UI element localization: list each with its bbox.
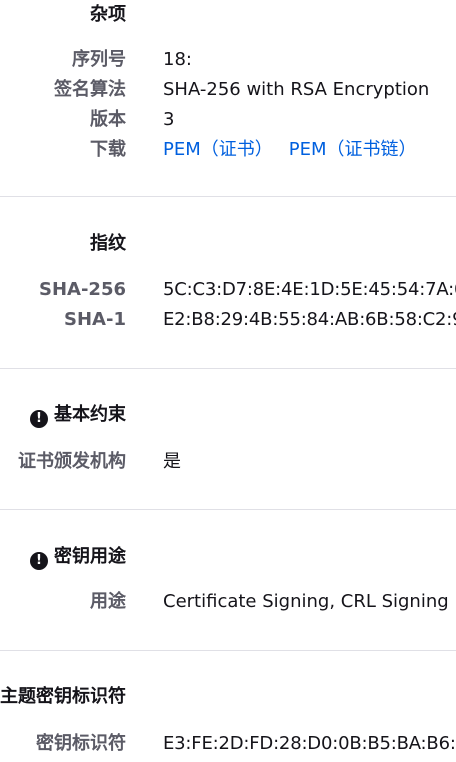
fingerprints-heading-row: 指纹 xyxy=(0,229,456,259)
ca-value: 是 xyxy=(163,451,181,472)
purposes-row: 用途 Certificate Signing, CRL Signing xyxy=(0,587,456,617)
purposes-value: Certificate Signing, CRL Signing xyxy=(163,591,449,612)
serial-value: 18: xyxy=(163,49,192,70)
key-id-label: 密钥标识符 xyxy=(36,733,126,754)
sha1-label: SHA-1 xyxy=(64,309,126,330)
sha1-row: SHA-1 E2:B8:29:4B:55:84:AB:6B:58:C2:90 xyxy=(0,305,456,335)
alert-icon: ! xyxy=(30,410,48,428)
serial-label: 序列号 xyxy=(72,49,126,70)
algo-value: SHA-256 with RSA Encryption xyxy=(163,79,430,100)
sha256-label: SHA-256 xyxy=(38,279,126,300)
divider xyxy=(0,196,456,197)
download-pem-chain-link[interactable]: PEM（证书链） xyxy=(289,139,417,160)
serial-row: 序列号 18: xyxy=(0,45,456,75)
version-value: 3 xyxy=(163,109,175,130)
basic-constraints-heading-text: 基本约束 xyxy=(54,404,126,425)
certificate-viewer: 杂项 序列号 18: 签名算法 SHA-256 with RSA Encrypt… xyxy=(0,0,456,762)
purposes-label: 用途 xyxy=(90,591,126,612)
subject-key-id-heading: 主题密钥标识符 xyxy=(0,686,126,707)
fingerprints-heading: 指纹 xyxy=(90,233,126,254)
download-label: 下载 xyxy=(90,139,126,160)
sha256-row: SHA-256 5C:C3:D7:8E:4E:1D:5E:45:54:7A:04 xyxy=(0,275,456,305)
divider xyxy=(0,650,456,651)
download-links: PEM（证书） PEM（证书链） xyxy=(163,135,417,165)
sha1-value: E2:B8:29:4B:55:84:AB:6B:58:C2:90 xyxy=(163,309,456,330)
misc-heading-row: 杂项 xyxy=(0,0,456,30)
download-row: 下载 PEM（证书） PEM（证书链） xyxy=(0,135,456,165)
algo-row: 签名算法 SHA-256 with RSA Encryption xyxy=(0,75,456,105)
download-pem-cert-link[interactable]: PEM（证书） xyxy=(163,139,273,160)
basic-constraints-heading-row: ! 基本约束 xyxy=(0,400,456,430)
key-usages-heading-text: 密钥用途 xyxy=(54,546,126,567)
sha256-value: 5C:C3:D7:8E:4E:1D:5E:45:54:7A:04 xyxy=(163,279,456,300)
subject-key-id-heading-row: 主题密钥标识符 xyxy=(0,682,456,712)
key-id-row: 密钥标识符 E3:FE:2D:FD:28:D0:0B:B5:BA:B6:A2 xyxy=(0,729,456,759)
basic-constraints-heading: ! 基本约束 xyxy=(30,400,126,430)
ca-row: 证书颁发机构 是 xyxy=(0,447,456,477)
version-label: 版本 xyxy=(90,109,126,130)
misc-heading: 杂项 xyxy=(90,4,126,25)
algo-label: 签名算法 xyxy=(54,79,126,100)
ca-label: 证书颁发机构 xyxy=(18,451,126,472)
alert-icon: ! xyxy=(30,552,48,570)
version-row: 版本 3 xyxy=(0,105,456,135)
key-usages-heading-row: ! 密钥用途 xyxy=(0,542,456,572)
divider xyxy=(0,509,456,510)
key-id-value: E3:FE:2D:FD:28:D0:0B:B5:BA:B6:A2 xyxy=(163,733,456,754)
key-usages-heading: ! 密钥用途 xyxy=(30,542,126,572)
divider xyxy=(0,368,456,369)
